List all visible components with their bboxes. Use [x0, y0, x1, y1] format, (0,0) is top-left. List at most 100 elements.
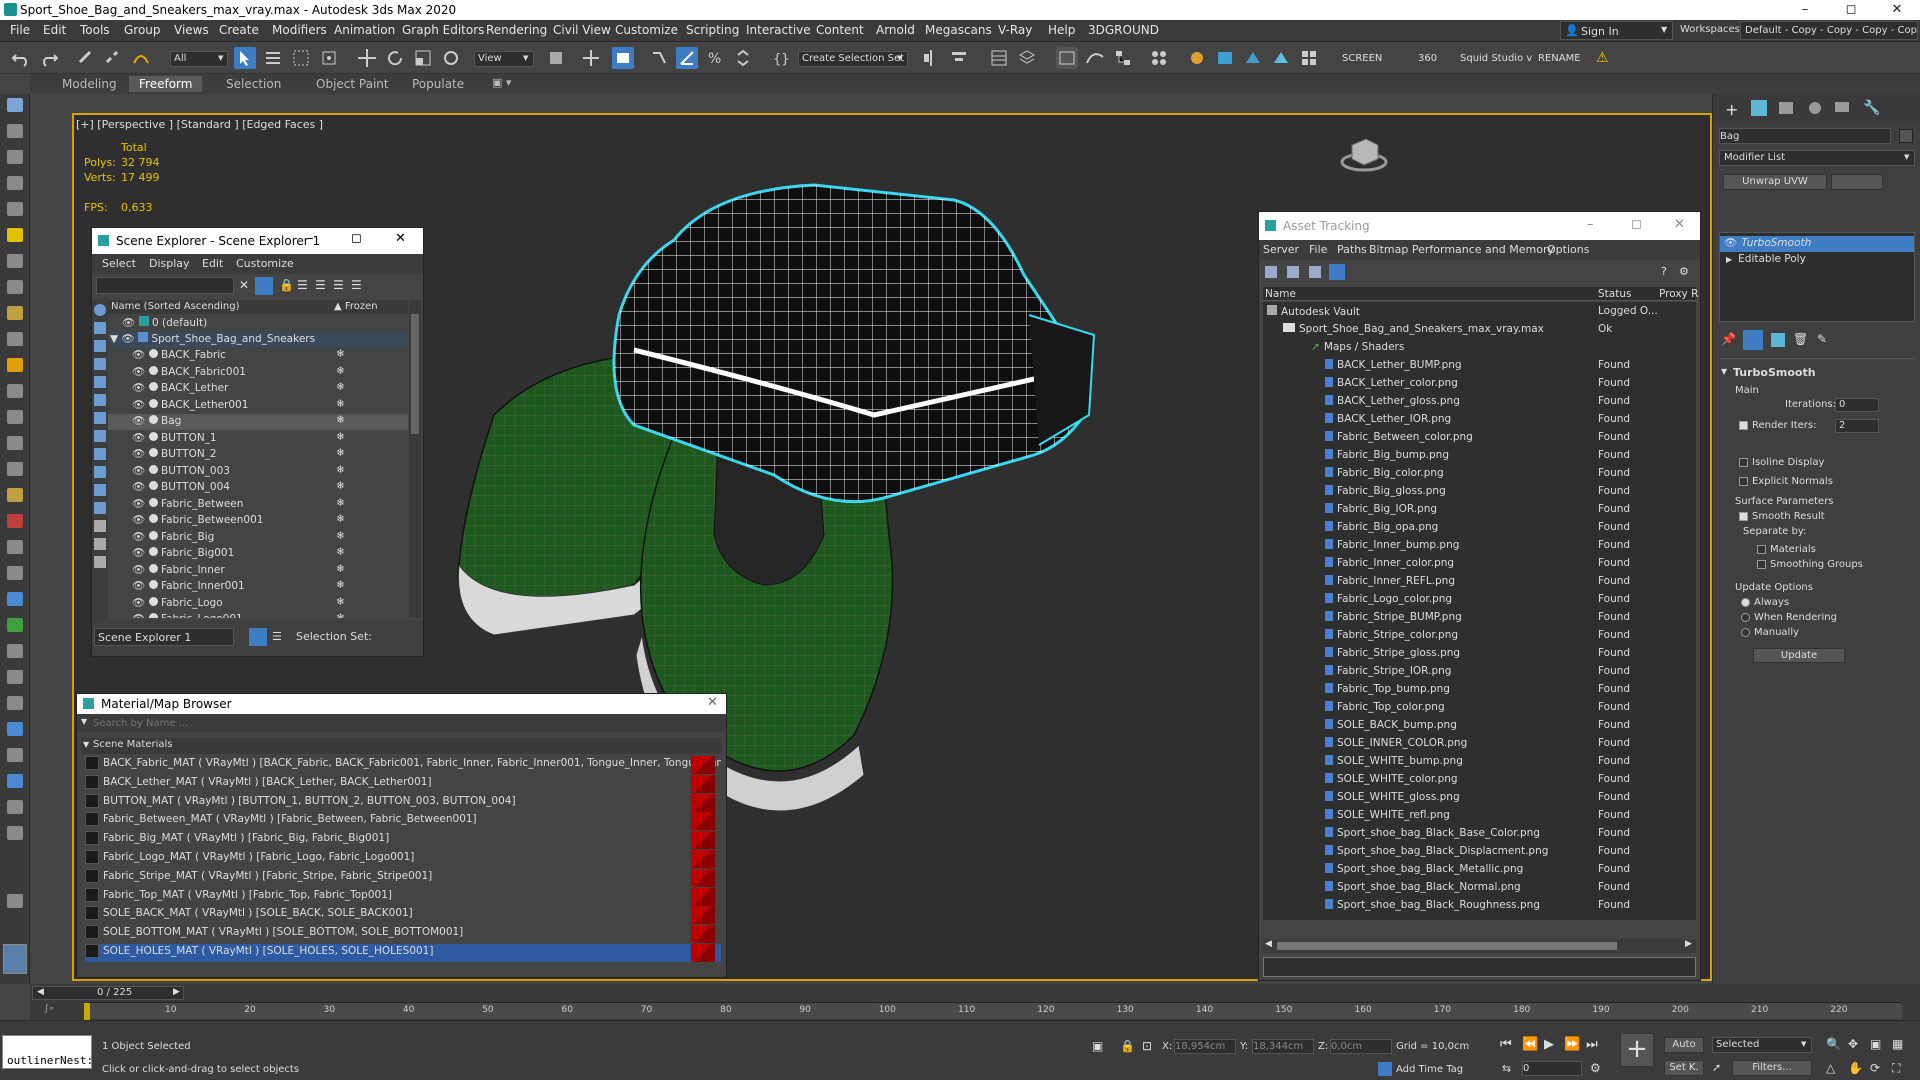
z-coordinate-field[interactable] [1330, 1039, 1392, 1054]
key-filter-dropdown[interactable]: Selected ▼ [1712, 1037, 1812, 1053]
create-icon[interactable] [7, 124, 23, 138]
refresh-icon[interactable] [1265, 266, 1277, 278]
display-icon[interactable] [7, 228, 23, 242]
render-production-icon[interactable] [1242, 47, 1264, 69]
asset-row-map[interactable]: Fabric_Between_color.png [1325, 431, 1473, 447]
tree-row-object[interactable]: 👁 Fabric_Inner ❄ [108, 563, 408, 579]
material-list-item[interactable]: SOLE_BOTTOM_MAT ( VRayMtl ) [SOLE_BOTTOM… [85, 925, 721, 944]
se-menu-edit[interactable]: Edit [202, 257, 223, 270]
warning-icon[interactable]: ⚠ [1596, 50, 1609, 66]
tree-row-object[interactable]: 👁 BACK_Lether ❄ [108, 381, 408, 397]
close-icon[interactable]: ✕ [707, 695, 718, 710]
frozen-toggle-icon[interactable]: ❄ [336, 480, 345, 492]
select-object-icon[interactable] [234, 47, 256, 69]
rename-button[interactable]: RENAME [1538, 53, 1581, 64]
systems-icon[interactable] [7, 462, 23, 476]
asset-row-map[interactable]: Sport_shoe_bag_Black_Base_Color.png [1325, 827, 1540, 843]
selection-lock-icon[interactable]: 🔒 [1120, 1039, 1135, 1053]
settings-icon[interactable]: ⚙ [1679, 265, 1689, 278]
asset-horizontal-scrollbar[interactable]: ◀ ▶ [1263, 939, 1696, 953]
remove-modifier-icon[interactable]: 🗑 [1793, 332, 1808, 346]
frozen-toggle-icon[interactable]: ❄ [336, 447, 345, 459]
tree-row-object[interactable]: 👁 BUTTON_004 ❄ [108, 480, 408, 496]
at-menu-bitmap-performance[interactable]: Bitmap Performance and Memory [1369, 243, 1554, 256]
asset-row-map[interactable]: BACK_Lether_BUMP.png [1325, 359, 1462, 375]
display-none-icon[interactable] [94, 304, 106, 316]
asset-row-map[interactable]: Fabric_Stripe_BUMP.png [1325, 611, 1462, 627]
lock-icon[interactable]: 🔒 [279, 278, 294, 292]
object-color-swatch[interactable] [1899, 129, 1913, 143]
chevron-down-icon[interactable]: ▼ [110, 333, 118, 345]
menu-customize[interactable]: Customize [615, 23, 678, 37]
scene-explorer-dropdown[interactable]: Scene Explorer 1 [94, 628, 234, 646]
tab-freeform[interactable]: Freeform [129, 76, 203, 92]
tab-populate[interactable]: Populate [402, 76, 474, 92]
menu-megascans[interactable]: Megascans [925, 23, 992, 37]
curve-editor-icon[interactable] [1084, 47, 1106, 69]
pivot-center-icon[interactable] [545, 47, 567, 69]
asset-row-map[interactable]: BACK_Lether_gloss.png [1325, 395, 1460, 411]
y-coordinate-field[interactable] [1252, 1039, 1314, 1054]
eye-icon[interactable]: 👁 [1724, 237, 1737, 249]
manage-layers-icon[interactable] [249, 628, 267, 646]
key-tangent-icon[interactable]: ➚ [1712, 1061, 1721, 1074]
tree-row-object[interactable]: 👁 Fabric_Inner001 ❄ [108, 579, 408, 595]
asset-path-field[interactable] [1263, 957, 1696, 977]
scene-explorer-search-input[interactable] [96, 277, 234, 294]
add-time-tag-button[interactable]: Add Time Tag [1396, 1064, 1463, 1075]
sphere-icon[interactable] [7, 722, 23, 736]
camera-filter-icon[interactable] [94, 376, 106, 388]
tree-row-object[interactable]: 👁 Fabric_Big001 ❄ [108, 546, 408, 562]
window-crossing-icon[interactable] [318, 47, 340, 69]
list-icon[interactable] [7, 800, 23, 814]
schematic-view-icon[interactable] [1112, 47, 1134, 69]
maximize-viewport-icon[interactable]: ⛶ [1892, 1061, 1900, 1076]
hierarchy-toggle-icon[interactable]: ☰ [272, 630, 282, 643]
material-list-item[interactable]: Fabric_Logo_MAT ( VRayMtl ) [Fabric_Logo… [85, 850, 721, 868]
tree-icon[interactable] [7, 618, 23, 632]
se-menu-select[interactable]: Select [102, 257, 136, 270]
asset-row-map[interactable]: Sport_shoe_bag_Black_Normal.png [1325, 881, 1521, 897]
time-tag-icon[interactable] [1378, 1062, 1392, 1076]
asset-row-map[interactable]: Fabric_Stripe_gloss.png [1325, 647, 1460, 663]
light-filter-icon[interactable] [94, 358, 106, 370]
go-to-end-icon[interactable]: ⏭ [1586, 1037, 1598, 1052]
menu-create[interactable]: Create [219, 23, 259, 37]
asset-row-map[interactable]: Fabric_Top_color.png [1325, 701, 1445, 717]
clear-search-icon[interactable]: ✕ [239, 278, 249, 292]
spacewarp-icon[interactable] [7, 436, 23, 450]
eye-icon[interactable]: 👁 [132, 547, 145, 559]
frozen-toggle-icon[interactable]: ❄ [336, 546, 345, 558]
asset-row-max-file[interactable]: Sport_Shoe_Bag_and_Sneakers_max_vray.max [1283, 323, 1544, 339]
iterations-spinner[interactable]: 0 [1835, 398, 1879, 412]
menu-rendering[interactable]: Rendering [486, 23, 547, 37]
update-always-radio[interactable]: Always [1741, 597, 1789, 608]
asset-row-map[interactable]: Fabric_Logo_color.png [1325, 593, 1452, 609]
sign-in-dropdown[interactable]: 👤 Sign In ▼ [1560, 21, 1673, 40]
turbosmooth-rollout-header[interactable]: ▼ TurboSmooth [1719, 366, 1915, 382]
unwrap-uvw-button[interactable]: Unwrap UVW [1723, 174, 1827, 190]
asset-row-vault[interactable]: Autodesk Vault [1267, 305, 1360, 321]
se-menu-display[interactable]: Display [149, 257, 190, 270]
frozen-toggle-icon[interactable]: ❄ [336, 348, 345, 360]
ribbon-options-icon[interactable]: ▣ ▾ [492, 76, 511, 89]
play-icon[interactable]: ▶ [1544, 1037, 1554, 1052]
column-proxy-header[interactable]: Proxy R [1659, 288, 1698, 300]
next-key-icon[interactable]: ⏩ [1564, 1037, 1580, 1052]
se-menu-customize[interactable]: Customize [236, 257, 294, 270]
cursor-icon[interactable] [7, 540, 23, 554]
column-name-header[interactable]: Name [1265, 288, 1296, 300]
time-ruler[interactable]: 10 20 30 40 50 60 70 80 90 100 110 120 130 140 150 160 1… [84, 1002, 1902, 1020]
eye-icon[interactable]: 👁 [132, 613, 145, 618]
eye-icon[interactable]: 👁 [132, 432, 145, 444]
menu-interactive[interactable]: Interactive [746, 23, 811, 37]
frozen-toggle-icon[interactable]: ❄ [336, 464, 345, 476]
place-icon[interactable] [440, 47, 462, 69]
eye-icon[interactable]: 👁 [132, 465, 145, 477]
asset-row-map[interactable]: Fabric_Big_opa.png [1325, 521, 1438, 537]
scene-materials-group[interactable]: ▼ Scene Materials [81, 738, 721, 754]
eye-icon[interactable]: 👁 [132, 531, 145, 543]
snap-icon[interactable] [7, 566, 23, 580]
render-setup-icon[interactable] [1186, 47, 1208, 69]
tree-row-object[interactable]: 👁 Fabric_Logo001 ❄ [108, 612, 408, 618]
